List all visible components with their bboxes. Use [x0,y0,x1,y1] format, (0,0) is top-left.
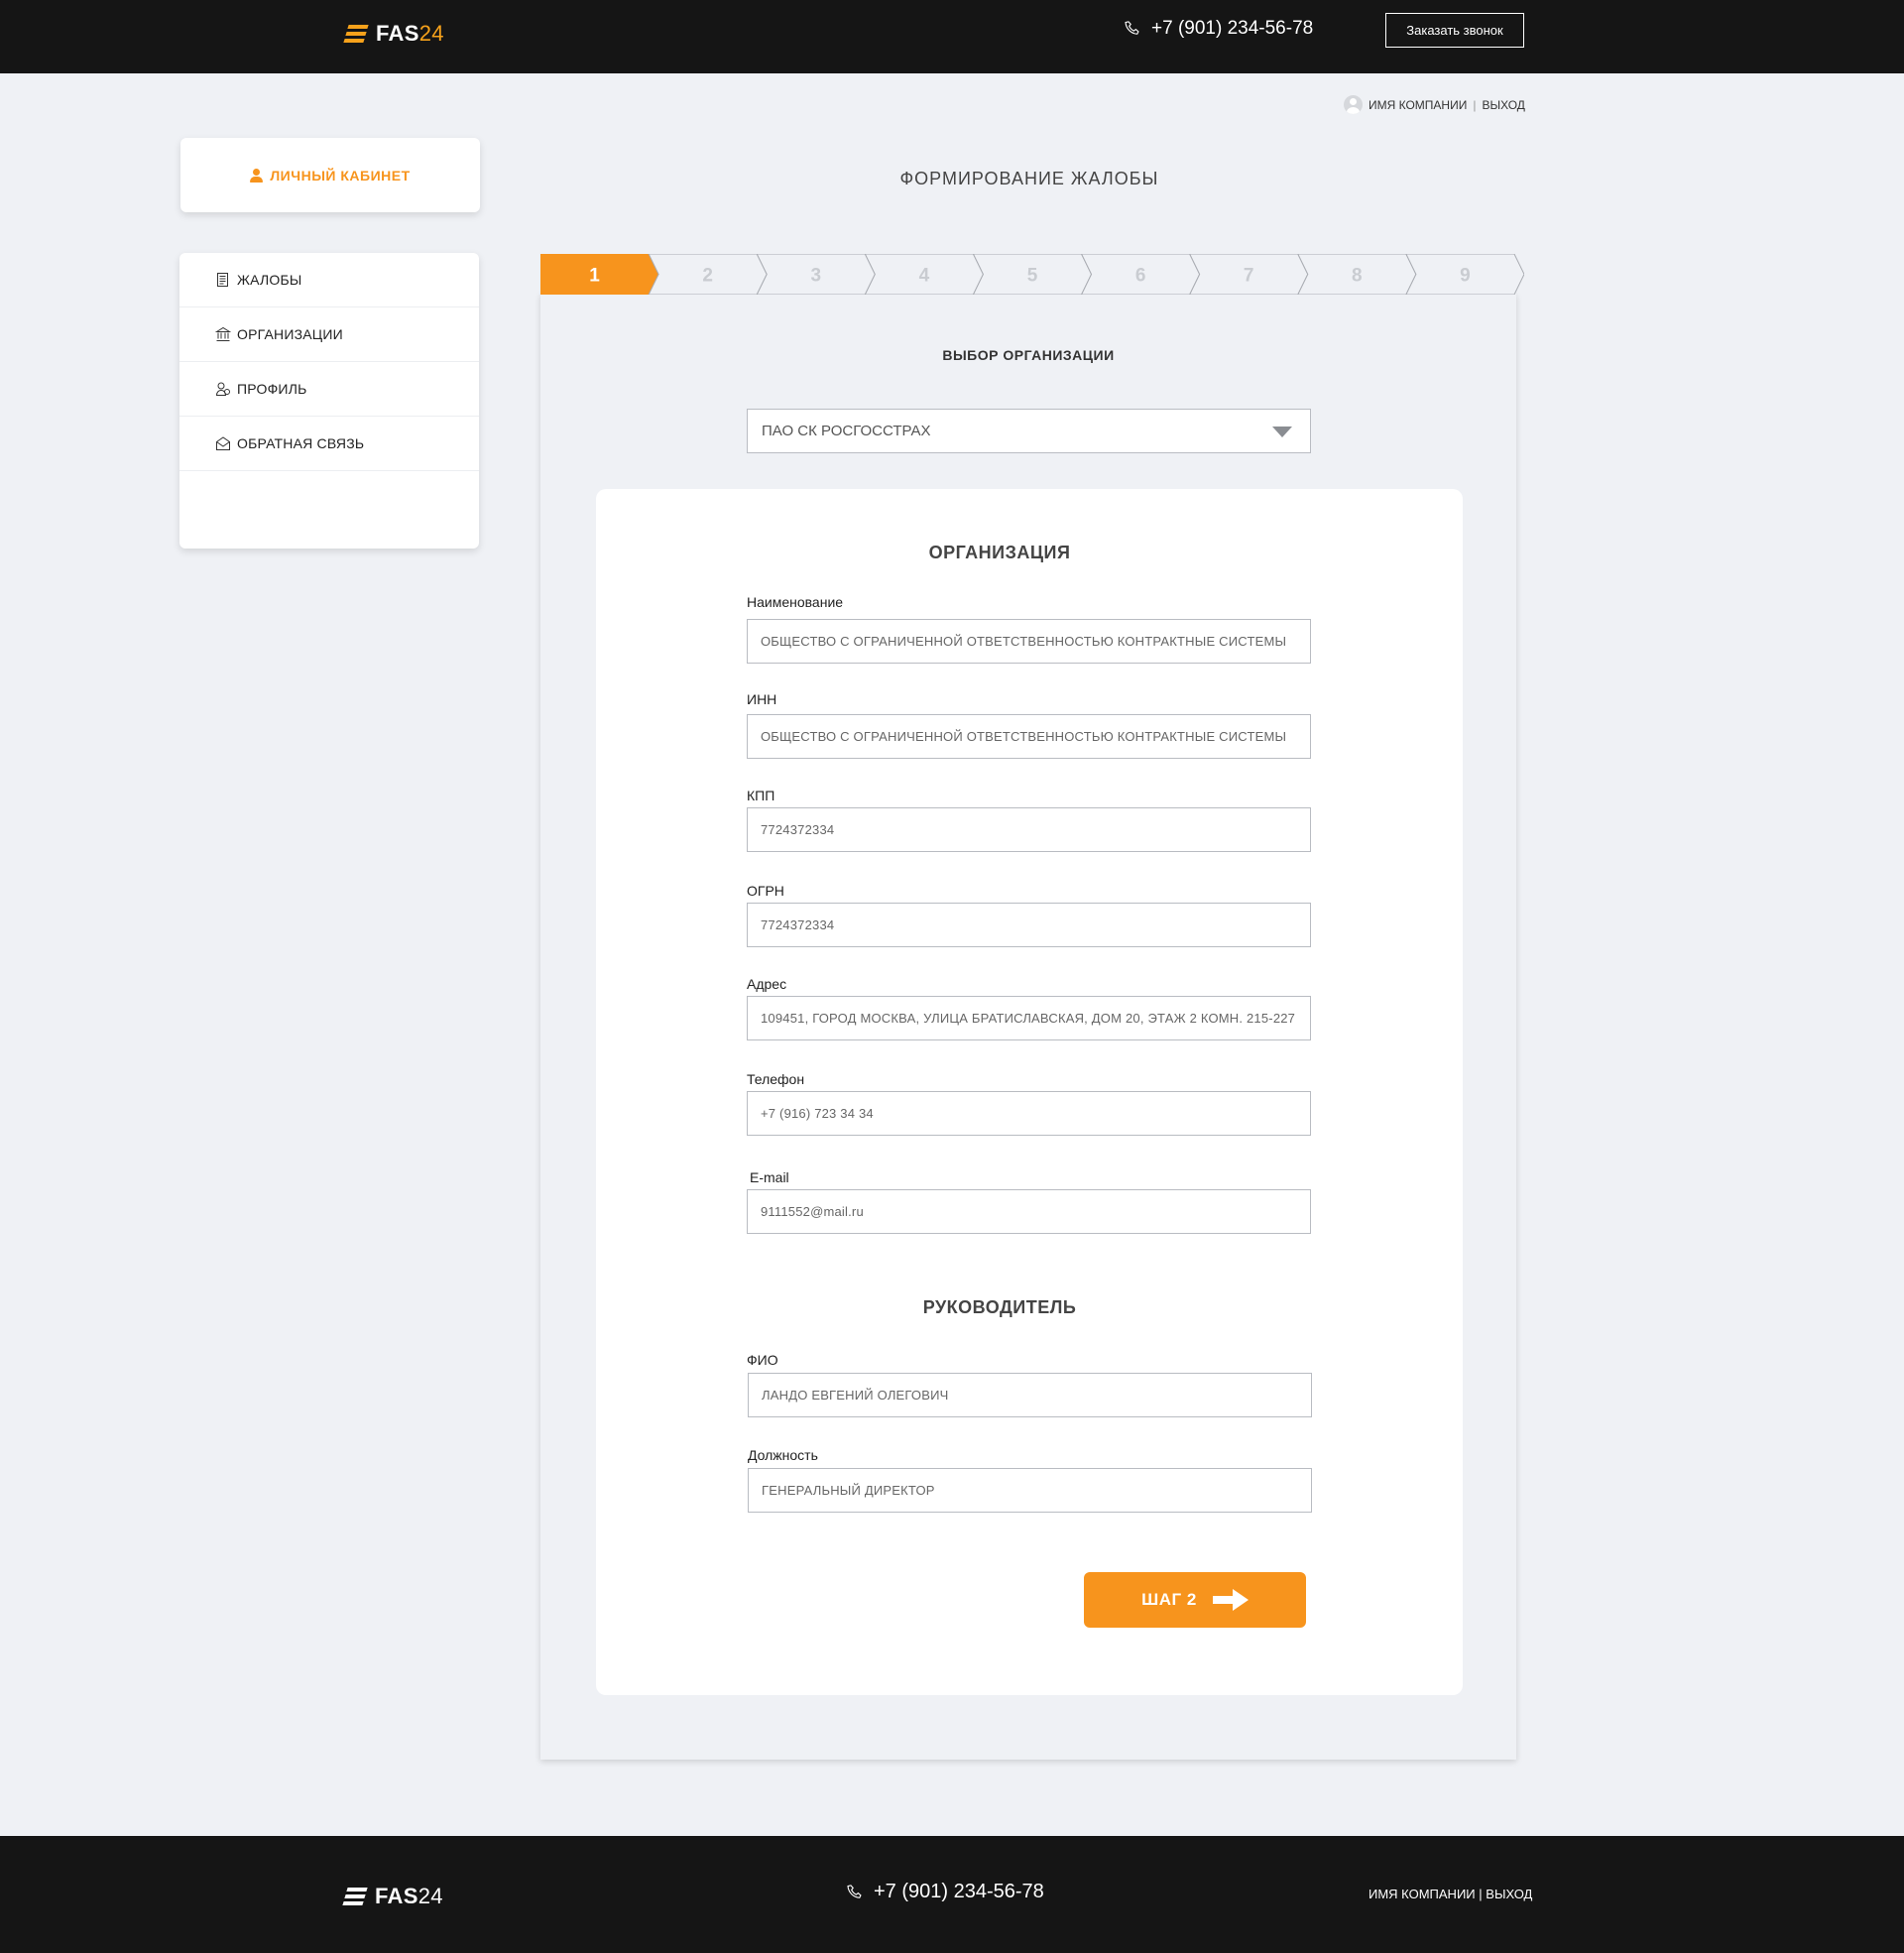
logo[interactable]: FAS24 [343,21,444,47]
user-separator: | [1473,97,1477,112]
envelope-icon [216,436,230,450]
user-bar: ИМЯ КОМПАНИИ | ВЫХОД [1344,95,1525,114]
step-label-4: 4 [919,266,930,287]
avatar-icon [1344,95,1363,114]
organization-select[interactable]: ПАО СК РОСГОССТРАХ [747,409,1311,453]
header-phone-number: +7 (901) 234-56-78 [1151,18,1314,39]
address-label: Адрес [747,976,787,992]
step-label-8: 8 [1352,266,1363,287]
name-field[interactable]: ОБЩЕСТВО С ОГРАНИЧЕННОЙ ОТВЕТСТВЕННОСТЬЮ… [747,619,1311,664]
sidebar-item-label: ПРОФИЛЬ [237,381,307,397]
phone-icon [847,1884,862,1898]
position-label: Должность [748,1447,818,1463]
organization-section-title: ОРГАНИЗАЦИЯ [928,543,1071,562]
sidebar-item-organizations[interactable]: ОРГАНИЗАЦИИ [179,307,479,362]
head-section-title: РУКОВОДИТЕЛЬ [922,1297,1077,1317]
phone-field[interactable]: +7 (916) 723 34 34 [747,1091,1311,1136]
sidebar-item-complaints[interactable]: ЖАЛОБЫ [179,253,479,307]
kpp-label: КПП [747,788,775,803]
name-label: Наименование [747,594,844,610]
callback-button[interactable]: Заказать звонок [1385,13,1524,48]
document-icon [217,273,228,287]
personal-cabinet-label: ЛИЧНЫЙ КАБИНЕТ [270,167,411,183]
address-field[interactable]: 109451, ГОРОД МОСКВА, УЛИЦА БРАТИСЛАВСКА… [747,996,1311,1040]
footer-separator: | [1479,1887,1483,1901]
step-label-2: 2 [702,266,713,287]
page-title: ФОРМИРОВАНИЕ ЖАЛОБЫ [899,169,1159,188]
logo-mark-icon [343,24,369,44]
top-header: FAS24 +7 (901) 234-56-78 Заказать звонок [0,0,1904,73]
personal-cabinet-card[interactable]: ЛИЧНЫЙ КАБИНЕТ [180,138,480,212]
fio-label: ФИО [747,1352,778,1368]
phone-label: Телефон [747,1071,805,1087]
footer-phone-number: +7 (901) 234-56-78 [874,1881,1044,1902]
complaint-panel: ВЫБОР ОРГАНИЗАЦИИ ПАО СК РОСГОССТРАХ ОРГ… [540,294,1516,1760]
footer-logout-link[interactable]: ВЫХОД [1486,1887,1532,1901]
footer-phone[interactable]: +7 (901) 234-56-78 [846,1881,1044,1903]
step-label-9: 9 [1460,266,1471,287]
header-phone[interactable]: +7 (901) 234-56-78 [1124,18,1313,40]
kpp-field[interactable]: 7724372334 [747,807,1311,852]
step-label-3: 3 [810,266,821,287]
ogrn-label: ОГРН [747,883,784,899]
step-label-7: 7 [1244,266,1254,287]
next-step-button[interactable]: ШАГ 2 [1084,1572,1306,1628]
person-icon [250,168,264,183]
arrow-right-icon [1212,1589,1249,1611]
next-step-label: ШАГ 2 [1141,1590,1197,1609]
step-label-6: 6 [1135,266,1146,287]
inn-field[interactable]: ОБЩЕСТВО С ОГРАНИЧЕННОЙ ОТВЕТСТВЕННОСТЬЮ… [747,714,1311,759]
sidebar-item-feedback[interactable]: ОБРАТНАЯ СВЯЗЬ [179,417,479,471]
step-label-1: 1 [589,266,600,287]
footer-company-link[interactable]: ИМЯ КОМПАНИИ [1368,1887,1476,1901]
logout-link[interactable]: ВЫХОД [1482,98,1524,112]
footer: FAS24 +7 (901) 234-56-78 ИМЯ КОМПАНИИ | … [0,1836,1904,1953]
sidebar-item-label: ОРГАНИЗАЦИИ [237,326,343,342]
step-progress: 1 2 3 4 5 6 7 8 9 [540,254,1524,295]
step-progress-bar: 1 2 3 4 5 6 7 8 9 [540,254,1524,295]
footer-logo-mark-icon [342,1887,368,1906]
email-field[interactable]: 9111552@mail.ru [747,1189,1311,1234]
footer-user-bar: ИМЯ КОМПАНИИ | ВЫХОД [1368,1887,1532,1901]
fio-field[interactable]: ЛАНДО ЕВГЕНИЙ ОЛЕГОВИЧ [748,1373,1312,1417]
position-field[interactable]: ГЕНЕРАЛЬНЫЙ ДИРЕКТОР [748,1468,1312,1513]
sidebar-item-profile[interactable]: ПРОФИЛЬ [179,362,479,417]
bank-icon [215,326,231,341]
email-label: E-mail [750,1169,789,1185]
organization-select-value: ПАО СК РОСГОССТРАХ [762,423,931,439]
sidebar-item-label: ЖАЛОБЫ [237,272,302,288]
sidebar-item-label: ОБРАТНАЯ СВЯЗЬ [237,435,365,451]
ogrn-field[interactable]: 7724372334 [747,903,1311,947]
step-label-5: 5 [1027,266,1038,287]
inn-label: ИНН [747,691,777,707]
phone-icon [1125,21,1139,35]
organization-choice-title: ВЫБОР ОРГАНИЗАЦИИ [942,347,1115,363]
sidebar-menu: ЖАЛОБЫ ОРГАНИЗАЦИИ ПРОФИЛЬ ОБРАТНАЯ СВЯЗ… [179,253,479,549]
chevron-down-icon [1272,427,1292,437]
footer-logo[interactable]: FAS24 [342,1884,443,1909]
organization-form-card: ОРГАНИЗАЦИЯ Наименование ОБЩЕСТВО С ОГРА… [596,489,1463,1695]
profile-icon [215,382,230,396]
company-name-link[interactable]: ИМЯ КОМПАНИИ [1368,98,1467,112]
